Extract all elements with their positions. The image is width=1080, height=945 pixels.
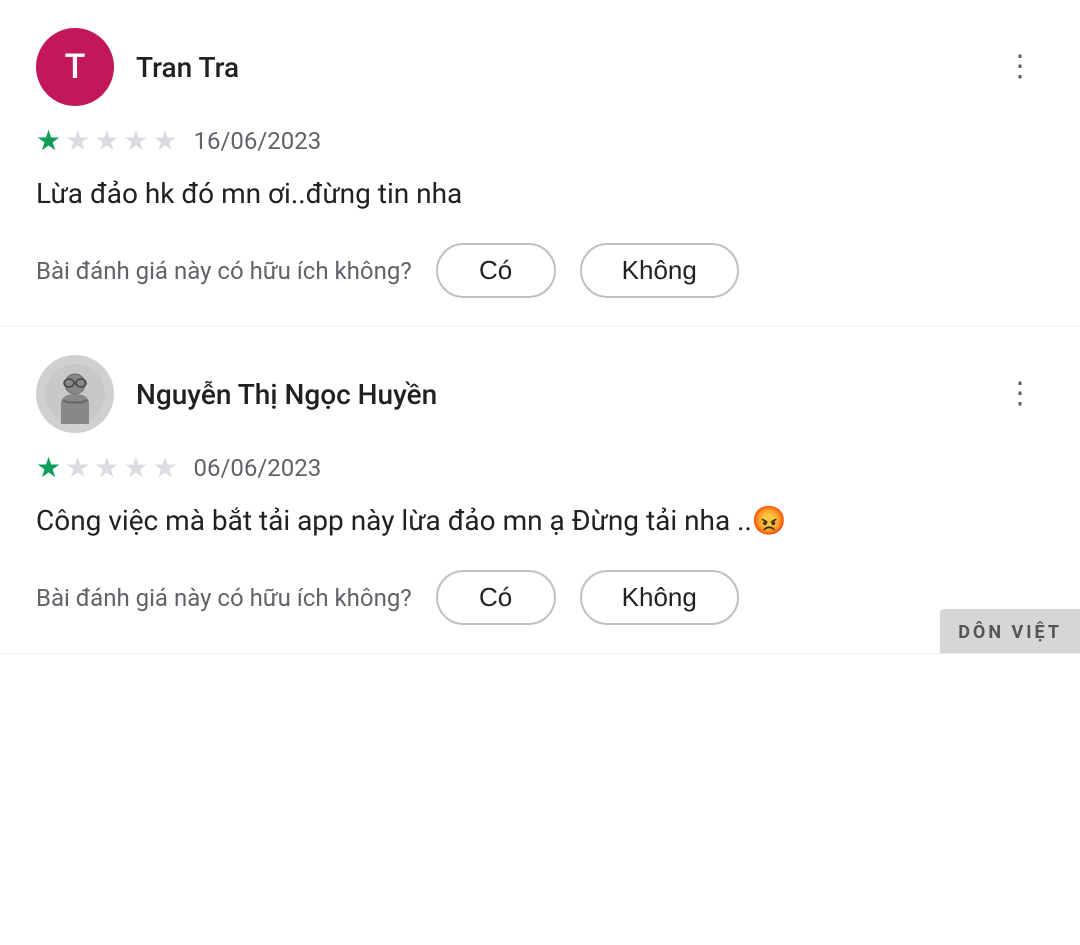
star-2: ★ bbox=[65, 451, 90, 484]
reviews-container: T Tran Tra ⋮ ★ ★ ★ ★ ★ 16/06/2023 Lừa đả… bbox=[0, 0, 1080, 654]
helpful-yes-button[interactable]: Có bbox=[436, 570, 556, 625]
review-header: Nguyễn Thị Ngọc Huyền ⋮ bbox=[36, 355, 1044, 433]
helpful-row: Bài đánh giá này có hữu ích không? Có Kh… bbox=[36, 243, 1044, 298]
review-text: Lừa đảo hk đó mn ơi..đừng tin nha bbox=[36, 173, 1044, 215]
star-1: ★ bbox=[36, 124, 61, 157]
helpful-yes-button[interactable]: Có bbox=[436, 243, 556, 298]
review-card: T Tran Tra ⋮ ★ ★ ★ ★ ★ 16/06/2023 Lừa đả… bbox=[0, 0, 1080, 327]
more-options-icon[interactable]: ⋮ bbox=[997, 44, 1044, 90]
helpful-question: Bài đánh giá này có hữu ích không? bbox=[36, 257, 412, 285]
review-card: Nguyễn Thị Ngọc Huyền ⋮ ★ ★ ★ ★ ★ 06/06/… bbox=[0, 327, 1080, 654]
watermark-overlay: DÔN VIỆT bbox=[940, 609, 1080, 653]
star-5: ★ bbox=[152, 451, 177, 484]
star-5: ★ bbox=[152, 124, 177, 157]
review-rating-row: ★ ★ ★ ★ ★ 16/06/2023 bbox=[36, 124, 1044, 157]
star-rating: ★ ★ ★ ★ ★ bbox=[36, 124, 178, 157]
watermark-text: DÔN VIỆT bbox=[958, 622, 1062, 643]
review-rating-row: ★ ★ ★ ★ ★ 06/06/2023 bbox=[36, 451, 1044, 484]
star-4: ★ bbox=[123, 451, 148, 484]
star-3: ★ bbox=[94, 451, 119, 484]
helpful-no-button[interactable]: Không bbox=[580, 570, 739, 625]
star-1: ★ bbox=[36, 451, 61, 484]
star-4: ★ bbox=[123, 124, 148, 157]
avatar: T bbox=[36, 28, 114, 106]
star-2: ★ bbox=[65, 124, 90, 157]
star-3: ★ bbox=[94, 124, 119, 157]
more-options-icon[interactable]: ⋮ bbox=[997, 371, 1044, 417]
star-rating: ★ ★ ★ ★ ★ bbox=[36, 451, 178, 484]
review-text: Công việc mà bắt tải app này lừa đảo mn … bbox=[36, 500, 1044, 542]
review-header-left: Nguyễn Thị Ngọc Huyền bbox=[36, 355, 437, 433]
review-date: 16/06/2023 bbox=[194, 127, 322, 155]
reviewer-name: Nguyễn Thị Ngọc Huyền bbox=[136, 378, 437, 411]
helpful-row: Bài đánh giá này có hữu ích không? Có Kh… bbox=[36, 570, 1044, 625]
helpful-no-button[interactable]: Không bbox=[580, 243, 739, 298]
avatar bbox=[36, 355, 114, 433]
review-header: T Tran Tra ⋮ bbox=[36, 28, 1044, 106]
review-header-left: T Tran Tra bbox=[36, 28, 239, 106]
reviewer-name: Tran Tra bbox=[136, 51, 239, 84]
helpful-question: Bài đánh giá này có hữu ích không? bbox=[36, 584, 412, 612]
review-date: 06/06/2023 bbox=[194, 454, 322, 482]
